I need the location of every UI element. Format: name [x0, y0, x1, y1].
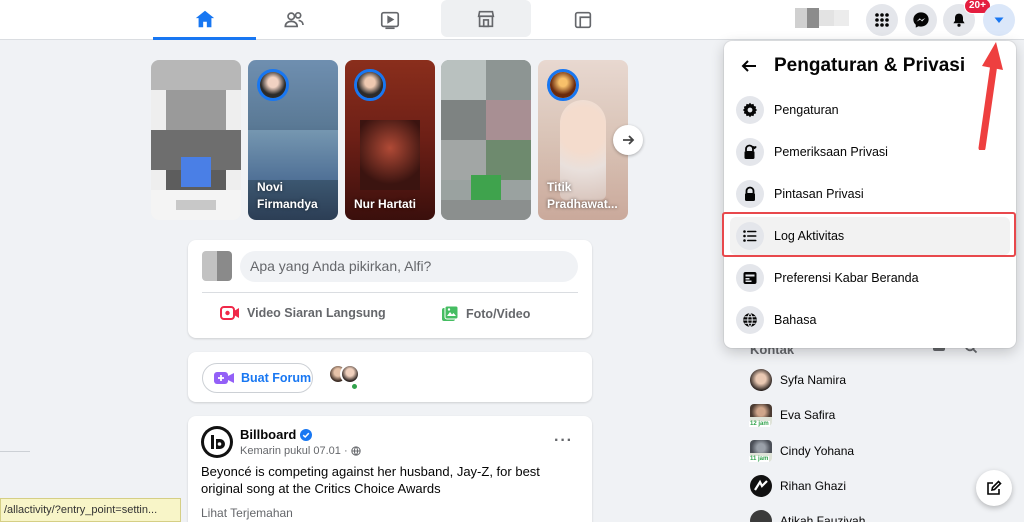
contact-item[interactable]: Rihan Ghazi — [750, 475, 846, 497]
nav-tab-marketplace[interactable] — [441, 0, 531, 37]
annotation-arrow-icon — [978, 42, 1003, 150]
video-icon — [380, 11, 399, 30]
forum-participants-avatar[interactable] — [328, 362, 360, 392]
story-card[interactable] — [441, 60, 531, 220]
live-video-icon — [220, 306, 239, 320]
top-navigation-bar: 20+ — [0, 0, 1024, 40]
new-message-button[interactable] — [976, 470, 1012, 506]
live-video-button[interactable]: Video Siaran Langsung — [220, 305, 386, 321]
create-forum-button[interactable]: Buat Forum — [202, 363, 313, 393]
contact-item[interactable]: Syfa Namira — [750, 369, 846, 391]
logo-icon — [754, 479, 768, 491]
verified-badge-icon — [300, 428, 313, 441]
messenger-icon — [913, 12, 929, 28]
post-text: Beyoncé is competing against her husband… — [201, 464, 540, 496]
friends-icon — [283, 12, 304, 28]
account-dropdown-button[interactable] — [983, 4, 1015, 36]
video-plus-icon — [214, 372, 234, 384]
story-avatar — [257, 69, 289, 101]
story-card[interactable]: Novi Firmandya — [248, 60, 338, 220]
globe-icon — [743, 312, 757, 328]
story-author-name: Novi Firmandya — [257, 180, 318, 211]
feed-icon — [743, 272, 757, 284]
profile-avatar[interactable] — [795, 8, 849, 28]
menu-item-privacy-shortcuts[interactable]: Pintasan Privasi — [730, 175, 1010, 213]
post-author[interactable]: Billboard — [240, 427, 296, 442]
activity-log-highlight — [722, 212, 1016, 257]
nav-tab-friends[interactable] — [242, 0, 345, 40]
post-options-button[interactable]: ··· — [554, 432, 573, 450]
caret-down-icon — [994, 17, 1004, 23]
bell-icon — [953, 13, 965, 27]
lock-heart-icon — [744, 144, 757, 159]
story-author-name: Nur Hartati — [354, 197, 417, 211]
lock-icon — [745, 186, 755, 201]
composer-avatar — [202, 251, 232, 281]
arrow-left-icon — [741, 60, 756, 72]
globe-icon — [350, 446, 361, 456]
grid-menu-icon — [875, 13, 889, 27]
post-timestamp[interactable]: Kemarin pukul 07.01 · — [240, 445, 348, 457]
billboard-avatar[interactable] — [201, 426, 233, 458]
browser-status-bar: /allactivity/?entry_point=settin... — [0, 498, 181, 522]
left-divider — [0, 451, 30, 452]
feed-post: Billboard Kemarin pukul 07.01 · ··· Beyo… — [188, 416, 592, 522]
post-composer: Apa yang Anda pikirkan, Alfi? Video Siar… — [188, 240, 592, 338]
post-header: Billboard Kemarin pukul 07.01 · — [240, 427, 361, 457]
panel-title: Pengaturan & Privasi — [774, 55, 966, 76]
story-card[interactable]: Nur Hartati — [345, 60, 435, 220]
gaming-icon — [574, 11, 591, 29]
stories-next-button[interactable] — [613, 125, 643, 155]
menu-button[interactable] — [866, 4, 898, 36]
contact-avatar — [750, 475, 772, 497]
messenger-button[interactable] — [905, 4, 937, 36]
nav-tab-home[interactable] — [153, 0, 256, 40]
contact-item[interactable]: Atikah Fauziyah — [750, 510, 865, 522]
contact-active-time: 12 jam — [749, 421, 770, 427]
photo-video-button[interactable]: Foto/Video — [441, 305, 530, 323]
store-icon — [477, 10, 495, 27]
story-avatar — [547, 69, 579, 101]
menu-item-feed-preferences[interactable]: Preferensi Kabar Beranda — [730, 259, 1010, 297]
nav-tab-gaming[interactable] — [531, 0, 634, 40]
forum-card: Buat Forum — [188, 352, 592, 402]
compose-icon — [987, 480, 1002, 495]
story-author-name: Titik Pradhawat... — [547, 180, 618, 211]
nav-tab-watch[interactable] — [338, 0, 441, 40]
gear-icon — [742, 102, 758, 118]
status-input[interactable]: Apa yang Anda pikirkan, Alfi? — [240, 251, 578, 282]
contact-avatar — [750, 369, 772, 391]
contact-active-time: 11 jam — [749, 456, 770, 462]
photo-icon — [442, 305, 459, 321]
story-avatar — [354, 69, 386, 101]
online-indicator — [350, 382, 359, 391]
see-translation-link[interactable]: Lihat Terjemahan — [201, 506, 293, 520]
menu-item-language[interactable]: Bahasa — [730, 301, 1010, 339]
back-button[interactable] — [740, 57, 758, 81]
arrow-right-icon — [623, 135, 635, 145]
contact-avatar — [750, 510, 772, 522]
story-card-own[interactable] — [151, 60, 241, 220]
home-icon — [195, 10, 214, 27]
divider — [202, 292, 578, 293]
billboard-logo-icon — [211, 435, 225, 449]
